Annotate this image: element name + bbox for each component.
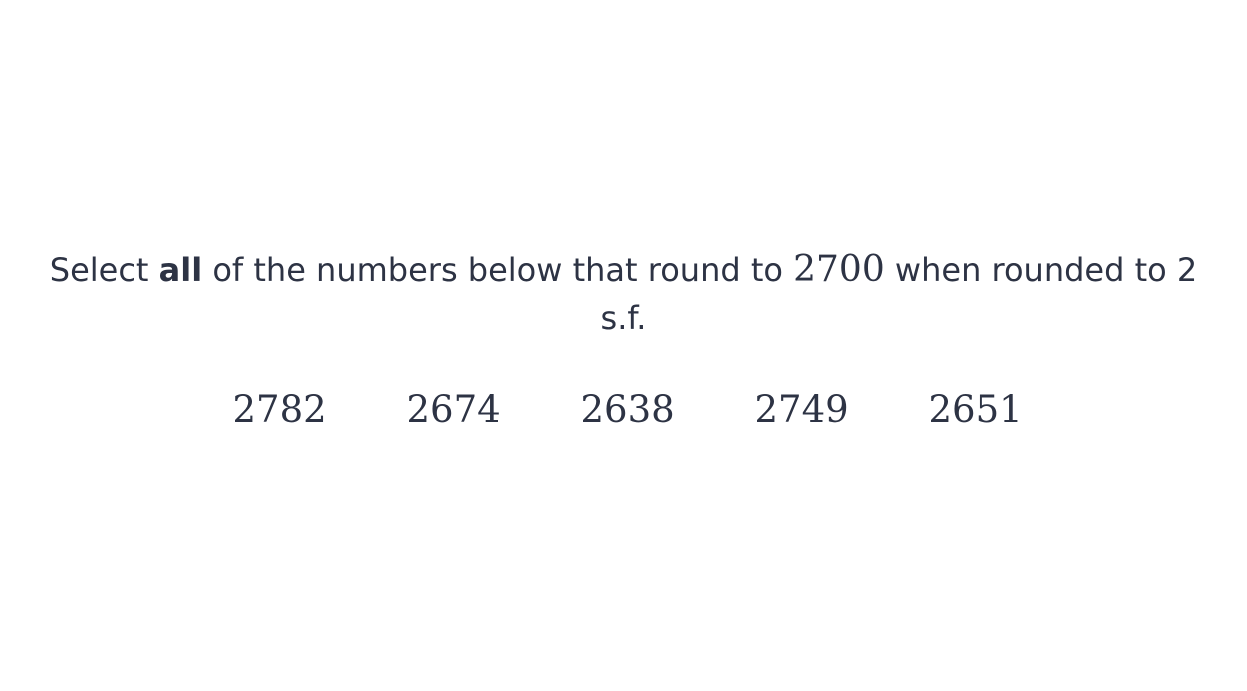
question-part-1: Select <box>49 251 159 289</box>
target-number: 2700 <box>793 249 885 290</box>
option-2651[interactable]: 2651 <box>929 386 1023 434</box>
option-2749[interactable]: 2749 <box>755 386 849 434</box>
option-2638[interactable]: 2638 <box>581 386 675 434</box>
question-emphasis: all <box>158 251 203 289</box>
question-text: Select all of the numbers below that rou… <box>40 246 1207 342</box>
option-2782[interactable]: 2782 <box>233 386 327 434</box>
answer-options: 2782 2674 2638 2749 2651 <box>0 386 1247 434</box>
option-2674[interactable]: 2674 <box>407 386 501 434</box>
question-part-2: of the numbers below that round to <box>202 251 794 289</box>
